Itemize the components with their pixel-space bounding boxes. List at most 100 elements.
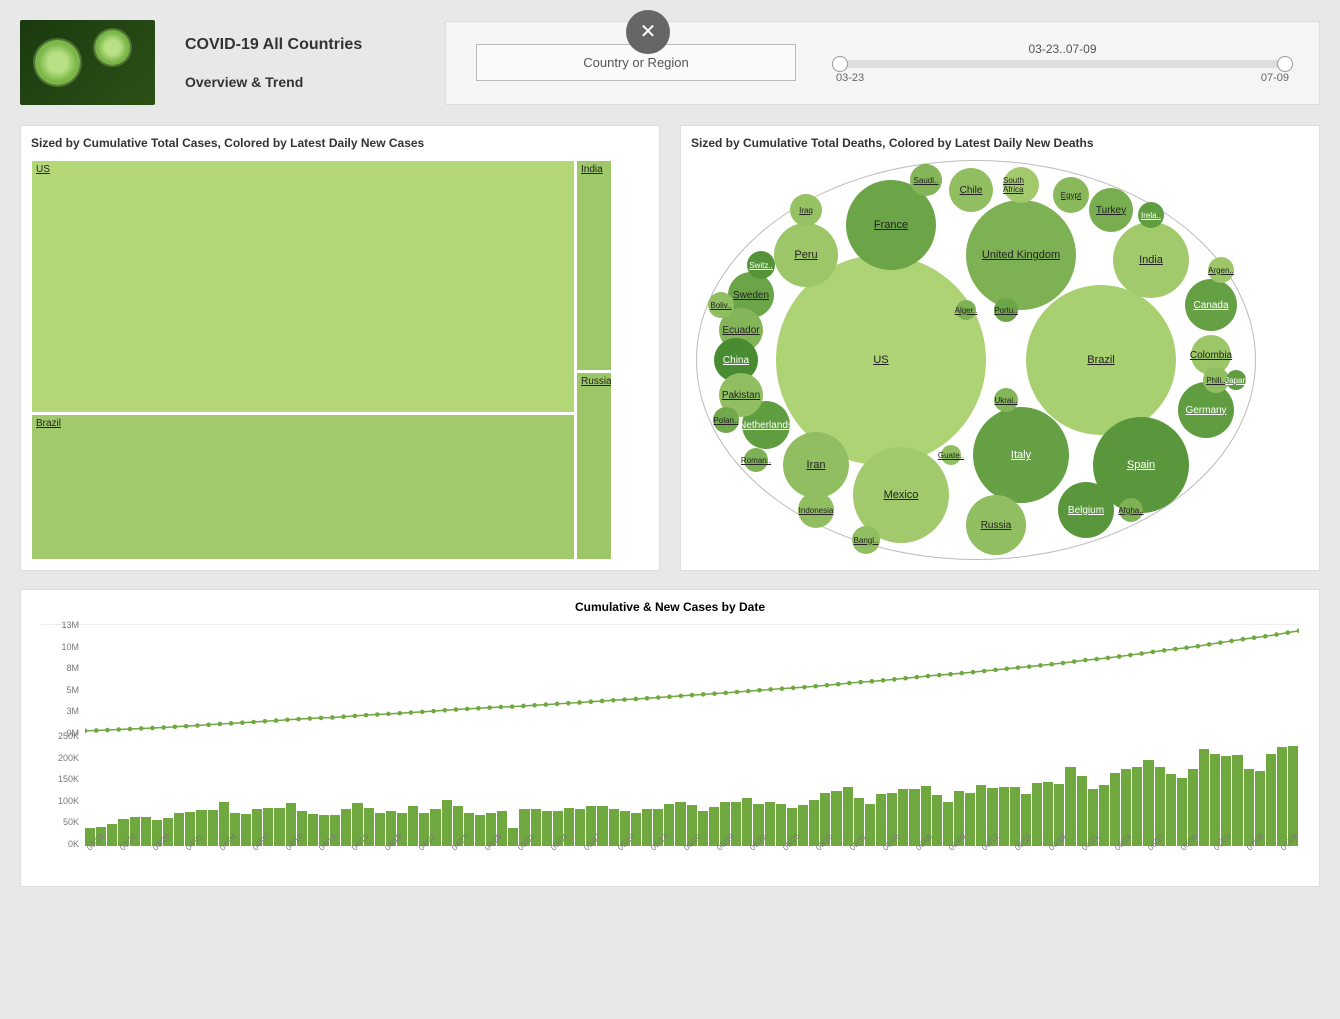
bubble[interactable]: Iraq bbox=[790, 194, 822, 226]
bubble[interactable]: Iran bbox=[783, 432, 849, 498]
bar[interactable] bbox=[1132, 767, 1142, 846]
bubble[interactable]: Belgium bbox=[1058, 482, 1114, 538]
bubble[interactable]: Germany bbox=[1178, 382, 1234, 438]
bar[interactable] bbox=[776, 804, 786, 846]
y-tick-label: 250K bbox=[41, 731, 79, 741]
bar[interactable] bbox=[809, 800, 819, 846]
bubble[interactable]: India bbox=[1113, 222, 1189, 298]
bar[interactable] bbox=[1065, 767, 1075, 846]
y-tick-label: 100K bbox=[41, 796, 79, 806]
bar[interactable] bbox=[442, 800, 452, 846]
bar[interactable] bbox=[843, 787, 853, 846]
bar[interactable] bbox=[341, 809, 351, 846]
y-tick-label: 50K bbox=[41, 817, 79, 827]
bar[interactable] bbox=[575, 809, 585, 846]
bubble[interactable]: Bangl.. bbox=[852, 526, 880, 554]
bar[interactable] bbox=[1043, 782, 1053, 846]
bubble[interactable]: Roman.. bbox=[744, 448, 768, 472]
treemap-cell[interactable]: Brazil bbox=[31, 414, 575, 560]
bubble[interactable]: Peru bbox=[774, 223, 838, 287]
bubble[interactable]: Canada bbox=[1185, 279, 1237, 331]
bar[interactable] bbox=[1166, 774, 1176, 846]
filter-panel: ✕ Country or Region 03-23..07-09 03-23 0… bbox=[445, 21, 1320, 105]
bubble[interactable]: Polan.. bbox=[713, 407, 739, 433]
timeseries-title: Cumulative & New Cases by Date bbox=[41, 600, 1299, 614]
bar[interactable] bbox=[642, 809, 652, 846]
bar[interactable] bbox=[675, 802, 685, 846]
daily-bar-chart[interactable]: 250K200K150K100K50K0K bbox=[41, 736, 1299, 846]
bar[interactable] bbox=[1010, 787, 1020, 846]
treemap-chart[interactable]: USBrazil IndiaRussia bbox=[31, 160, 649, 560]
bubble[interactable]: Alger.. bbox=[956, 300, 976, 320]
cumulative-line-chart[interactable]: 13M10M8M5M3M0M bbox=[41, 624, 1299, 734]
bar[interactable] bbox=[976, 785, 986, 846]
bar[interactable] bbox=[709, 807, 719, 846]
bar[interactable] bbox=[1099, 785, 1109, 846]
bar[interactable] bbox=[1210, 754, 1220, 846]
bubble[interactable]: Saudi.. bbox=[910, 164, 942, 196]
bubble-title: Sized by Cumulative Total Deaths, Colore… bbox=[691, 136, 1309, 150]
bar[interactable] bbox=[1077, 776, 1087, 846]
bar[interactable] bbox=[1244, 769, 1254, 846]
bar[interactable] bbox=[274, 808, 284, 846]
bar[interactable] bbox=[876, 794, 886, 846]
bubble[interactable]: Irela.. bbox=[1138, 202, 1164, 228]
bubble-chart[interactable]: USBrazilUnited KingdomItalyMexicoFranceS… bbox=[691, 160, 1261, 560]
treemap-cell[interactable]: US bbox=[31, 160, 575, 413]
bubble[interactable]: Brazil bbox=[1026, 285, 1176, 435]
y-tick-label: 13M bbox=[41, 620, 79, 630]
slider-track[interactable] bbox=[836, 60, 1289, 68]
bar[interactable] bbox=[1232, 755, 1242, 846]
page-subtitle: Overview & Trend bbox=[185, 74, 415, 90]
bar[interactable] bbox=[1110, 773, 1120, 846]
bubble[interactable]: Italy bbox=[973, 407, 1069, 503]
bubble[interactable]: Afgha.. bbox=[1119, 498, 1143, 522]
y-tick-label: 0K bbox=[41, 839, 79, 849]
bubble[interactable]: Egypt bbox=[1053, 177, 1089, 213]
bubble[interactable]: Chile bbox=[949, 168, 993, 212]
treemap-cell[interactable]: Russia bbox=[576, 372, 612, 560]
bar[interactable] bbox=[1032, 783, 1042, 846]
bubble[interactable]: Argen.. bbox=[1208, 257, 1234, 283]
bar[interactable] bbox=[1199, 749, 1209, 846]
slider-handle-start[interactable] bbox=[832, 56, 848, 72]
bubble[interactable]: Japan bbox=[1226, 370, 1246, 390]
bar[interactable] bbox=[909, 789, 919, 846]
close-icon: ✕ bbox=[640, 19, 657, 44]
title-block: COVID-19 All Countries Overview & Trend bbox=[185, 36, 415, 90]
bubble[interactable]: Guate.. bbox=[941, 445, 961, 465]
bar[interactable] bbox=[542, 811, 552, 846]
bar[interactable] bbox=[408, 806, 418, 846]
bar[interactable] bbox=[1266, 754, 1276, 846]
bar[interactable] bbox=[1177, 778, 1187, 846]
bubble[interactable]: Russia bbox=[966, 495, 1026, 555]
bubble[interactable]: Switz.. bbox=[747, 251, 775, 279]
y-tick-label: 150K bbox=[41, 774, 79, 784]
line-svg bbox=[85, 625, 1299, 734]
bar[interactable] bbox=[375, 813, 385, 846]
bubble[interactable]: Indonesia bbox=[798, 492, 834, 528]
close-filter-button[interactable]: ✕ bbox=[626, 10, 670, 54]
treemap-title: Sized by Cumulative Total Cases, Colored… bbox=[31, 136, 649, 150]
bar[interactable] bbox=[1277, 747, 1287, 846]
slider-handle-end[interactable] bbox=[1277, 56, 1293, 72]
bar[interactable] bbox=[174, 813, 184, 846]
y-tick-label: 10M bbox=[41, 642, 79, 652]
treemap-cell[interactable]: India bbox=[576, 160, 612, 371]
bar[interactable] bbox=[742, 798, 752, 846]
bubble[interactable]: Boliv.. bbox=[708, 292, 734, 318]
bubble[interactable]: Ukrai.. bbox=[994, 388, 1018, 412]
bar[interactable] bbox=[943, 802, 953, 846]
bubble[interactable]: South Africa bbox=[1003, 167, 1039, 203]
header: COVID-19 All Countries Overview & Trend … bbox=[0, 0, 1340, 125]
bar[interactable] bbox=[208, 810, 218, 846]
bubble[interactable]: Turkey bbox=[1089, 188, 1133, 232]
bubble[interactable]: United Kingdom bbox=[966, 200, 1076, 310]
bubble[interactable]: Portu.. bbox=[994, 298, 1018, 322]
date-range-slider[interactable]: 03-23..07-09 03-23 07-09 bbox=[836, 42, 1289, 84]
bar[interactable] bbox=[609, 809, 619, 846]
bar[interactable] bbox=[1143, 760, 1153, 846]
y-tick-label: 3M bbox=[41, 706, 79, 716]
bar[interactable] bbox=[308, 814, 318, 846]
slider-start-label: 03-23 bbox=[836, 72, 864, 84]
